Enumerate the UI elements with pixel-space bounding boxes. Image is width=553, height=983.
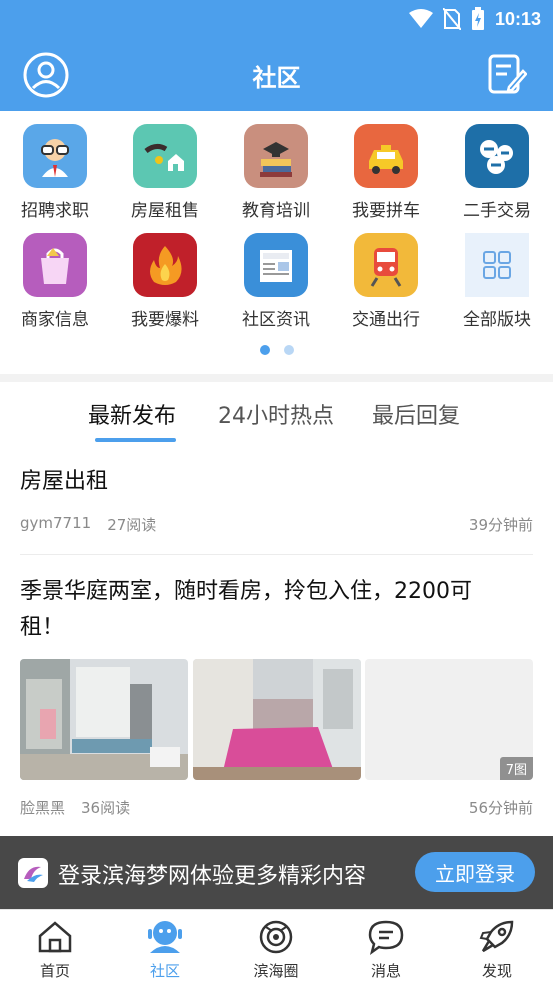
camera-circle-icon: [259, 920, 293, 954]
category-label: 二手交易: [463, 201, 531, 221]
category-label: 我要爆料: [131, 310, 199, 330]
post-title-line-1: 季景华庭两室，随时看房，拎包入住，2200可: [20, 579, 472, 604]
section-divider: [0, 374, 553, 382]
nav-label: 滨海圈: [253, 962, 299, 980]
wifi-icon: [408, 9, 433, 28]
post-meta: 脸黑黑 36阅读: [20, 797, 130, 818]
clock: 10:13: [494, 8, 541, 29]
no-sim-icon: [442, 8, 461, 30]
category-traffic[interactable]: 交通出行: [331, 233, 441, 330]
category-label: 社区资讯: [242, 310, 310, 330]
nav-community[interactable]: 社区: [110, 918, 220, 981]
divider: [20, 554, 533, 555]
post-image[interactable]: [20, 659, 188, 780]
page-indicator: [0, 345, 553, 355]
post-reads: 27阅读: [107, 516, 157, 534]
tab-latest[interactable]: 最新发布: [88, 398, 176, 430]
category-secondhand[interactable]: 二手交易: [442, 124, 552, 221]
post-reads: 36阅读: [81, 799, 131, 817]
post-image[interactable]: [193, 659, 361, 780]
login-button[interactable]: 立即登录: [415, 852, 535, 892]
category-housing[interactable]: 房屋租售: [110, 124, 220, 221]
nav-discover[interactable]: 发现: [442, 918, 552, 981]
chat-bubble-icon: [368, 920, 404, 955]
community-icon: [148, 921, 182, 953]
category-label: 商家信息: [21, 310, 89, 330]
trade-icon: [465, 124, 529, 188]
fire-icon: [133, 233, 197, 297]
category-recruit[interactable]: 招聘求职: [0, 124, 110, 221]
post-tabs: 最新发布 24小时热点 最后回复: [0, 382, 553, 446]
nav-label: 社区: [149, 962, 180, 980]
post-time: 39分钟前: [468, 516, 533, 534]
active-tab-indicator: [95, 438, 176, 442]
app-header: 10:13 社区: [0, 0, 553, 111]
page-dot-active[interactable]: [259, 345, 270, 355]
newspaper-icon: [244, 233, 308, 297]
app-logo-icon: [18, 858, 48, 888]
taxi-icon: [354, 124, 418, 188]
page-dot[interactable]: [283, 345, 294, 355]
post-title-line-2: 租！: [20, 615, 65, 640]
tab-last-reply[interactable]: 最后回复: [372, 398, 460, 430]
category-label: 交通出行: [352, 310, 420, 330]
page-title: 社区: [252, 64, 301, 92]
nav-label: 消息: [370, 962, 401, 980]
category-all[interactable]: 全部版块: [442, 233, 552, 330]
bottom-nav: 首页 社区 滨海圈 消息 发现: [0, 909, 553, 983]
edit-note-icon: [488, 54, 528, 94]
recruit-icon: [23, 124, 87, 188]
image-count-badge: 7图: [499, 757, 533, 780]
train-icon: [354, 233, 418, 297]
category-education[interactable]: 教育培训: [221, 124, 331, 221]
home-icon: [38, 921, 72, 953]
category-label: 全部版块: [463, 310, 531, 330]
category-label: 我要拼车: [352, 201, 420, 221]
login-prompt: 登录滨海梦网体验更多精彩内容: [58, 864, 367, 889]
nav-label: 发现: [481, 962, 512, 980]
post-time: 56分钟前: [468, 799, 533, 817]
post-meta: gym7711 27阅读: [20, 514, 156, 535]
nav-home[interactable]: 首页: [0, 918, 110, 981]
nav-binhai-circle[interactable]: 滨海圈: [221, 918, 331, 981]
post-author: 脸黑黑: [20, 799, 66, 817]
tab-24h-hot[interactable]: 24小时热点: [218, 398, 334, 430]
grid-icon: [465, 233, 529, 297]
category-merchant[interactable]: 商家信息: [0, 233, 110, 330]
category-label: 房屋租售: [131, 201, 199, 221]
category-label: 招聘求职: [21, 201, 89, 221]
category-carpool[interactable]: 我要拼车: [331, 124, 441, 221]
rocket-icon: [479, 920, 514, 953]
battery-charging-icon: [471, 7, 484, 30]
nav-label: 首页: [39, 962, 70, 980]
login-banner: 登录滨海梦网体验更多精彩内容 立即登录: [0, 836, 553, 909]
nav-messages[interactable]: 消息: [331, 918, 441, 981]
post-image[interactable]: 7图: [365, 659, 533, 780]
category-tipoff[interactable]: 我要爆料: [110, 233, 220, 330]
category-label: 教育培训: [242, 201, 310, 221]
post-title: 房屋出租: [20, 469, 109, 494]
status-bar: 10:13: [408, 6, 541, 32]
shopping-bag-icon: [23, 233, 87, 297]
category-grid: 招聘求职 房屋租售 教育培训 我要拼车 二手交易 商家信息 我要爆料 社区资讯 …: [0, 111, 553, 374]
compose-button[interactable]: [487, 53, 528, 97]
category-news[interactable]: 社区资讯: [221, 233, 331, 330]
house-key-icon: [133, 124, 197, 188]
books-icon: [244, 124, 308, 188]
post-author: gym7711: [20, 514, 92, 532]
